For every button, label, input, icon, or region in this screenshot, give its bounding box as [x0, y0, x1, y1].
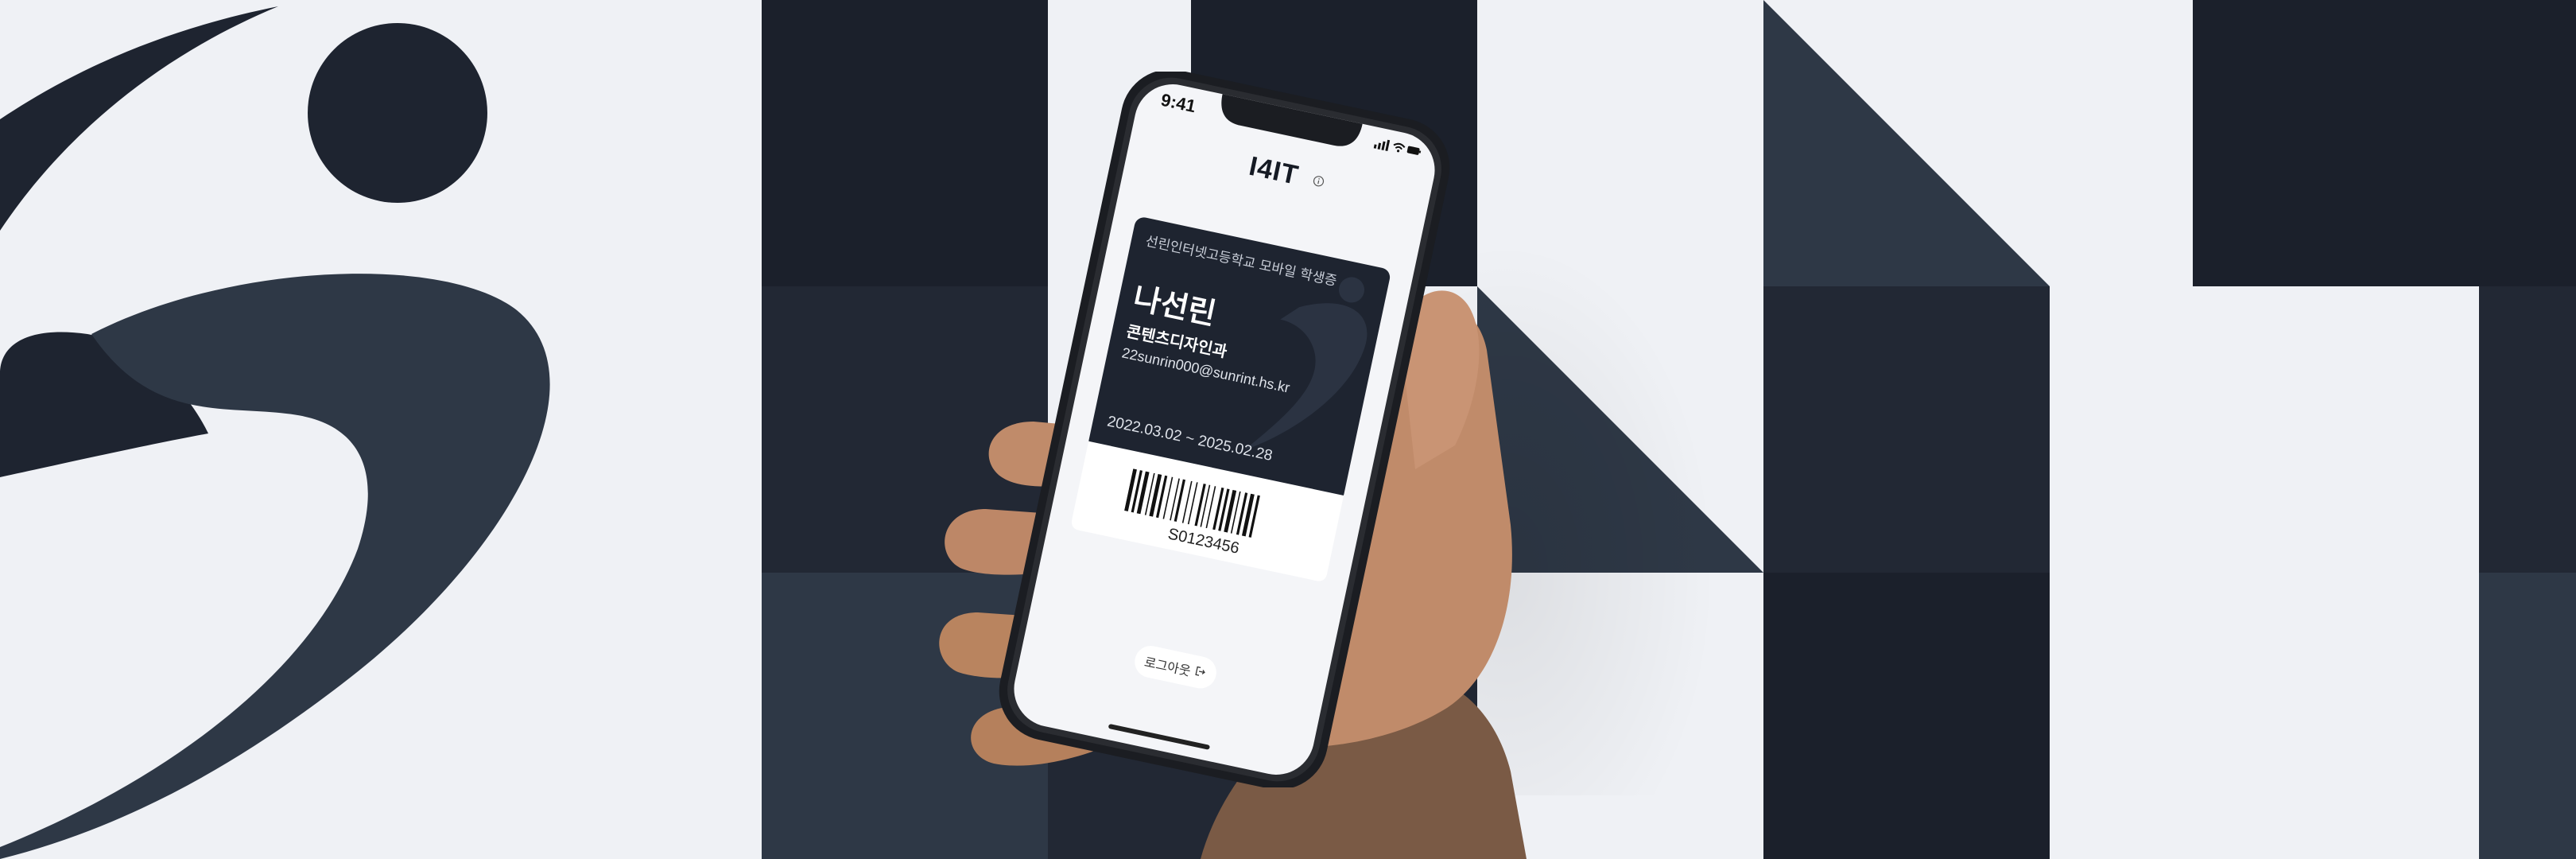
logout-button[interactable]: 로그아웃: [1132, 643, 1220, 691]
wifi-icon: [1393, 142, 1406, 153]
phone-mockup: 9:41 I4IT 선린인터넷고등학교 모바일 학생증 나선린 콘텐츠디자인과 …: [938, 72, 1511, 787]
bg-tile: [2479, 286, 2576, 573]
bg-tile: [1763, 286, 2050, 573]
signal-icon: [1373, 139, 1391, 152]
info-circle-icon[interactable]: [1311, 174, 1325, 191]
app-logo: I4IT: [1246, 150, 1302, 191]
barcode-bar: [1200, 484, 1211, 527]
logo-dot: [308, 23, 487, 203]
logo-upper-swoosh: [0, 6, 278, 231]
logout-icon: [1193, 664, 1208, 681]
bg-tile: [2479, 573, 2576, 859]
status-icons: [1373, 137, 1423, 162]
logout-label: 로그아웃: [1143, 654, 1193, 679]
valid-period: 2022.03.02 ~ 2025.02.28: [1105, 413, 1274, 465]
bg-tile: [2193, 0, 2576, 286]
swoosh-logo: [0, 6, 550, 859]
status-time: 9:41: [1158, 89, 1198, 117]
battery-icon: [1406, 146, 1422, 155]
bg-tile: [1763, 573, 2050, 859]
bg-triangle: [1763, 0, 2050, 286]
